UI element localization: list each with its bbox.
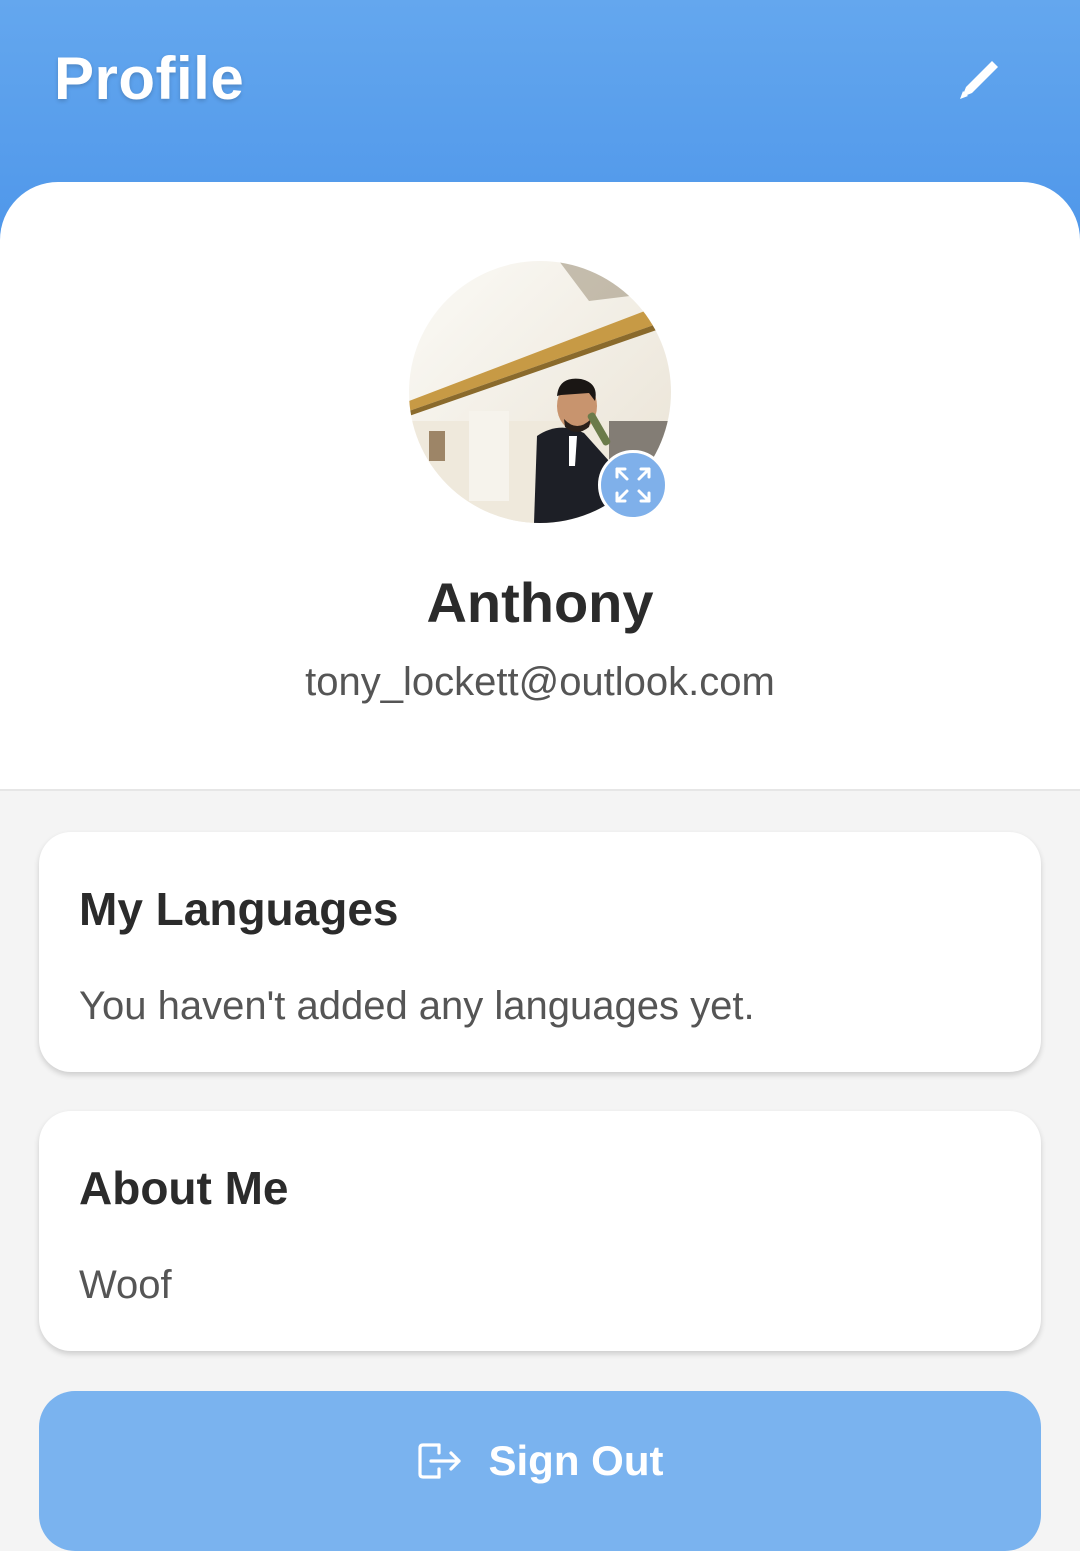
expand-icon: [615, 467, 651, 503]
about-me-card: About Me Woof: [39, 1111, 1041, 1351]
languages-empty-text: You haven't added any languages yet.: [79, 984, 755, 1028]
page-title: Profile: [54, 45, 245, 112]
edit-profile-button[interactable]: [945, 44, 1015, 114]
user-email: tony_lockett@outlook.com: [305, 660, 775, 704]
pencil-icon: [960, 61, 998, 99]
about-me-title: About Me: [79, 1162, 289, 1214]
sign-out-label: Sign Out: [488, 1437, 664, 1484]
user-name: Anthony: [426, 571, 654, 634]
languages-card-title: My Languages: [79, 883, 399, 935]
languages-card: My Languages You haven't added any langu…: [39, 832, 1041, 1072]
expand-photo-button[interactable]: [598, 450, 668, 520]
sign-out-button[interactable]: Sign Out: [39, 1391, 1041, 1551]
about-me-text: Woof: [79, 1263, 172, 1307]
sign-out-icon: [417, 1443, 461, 1479]
